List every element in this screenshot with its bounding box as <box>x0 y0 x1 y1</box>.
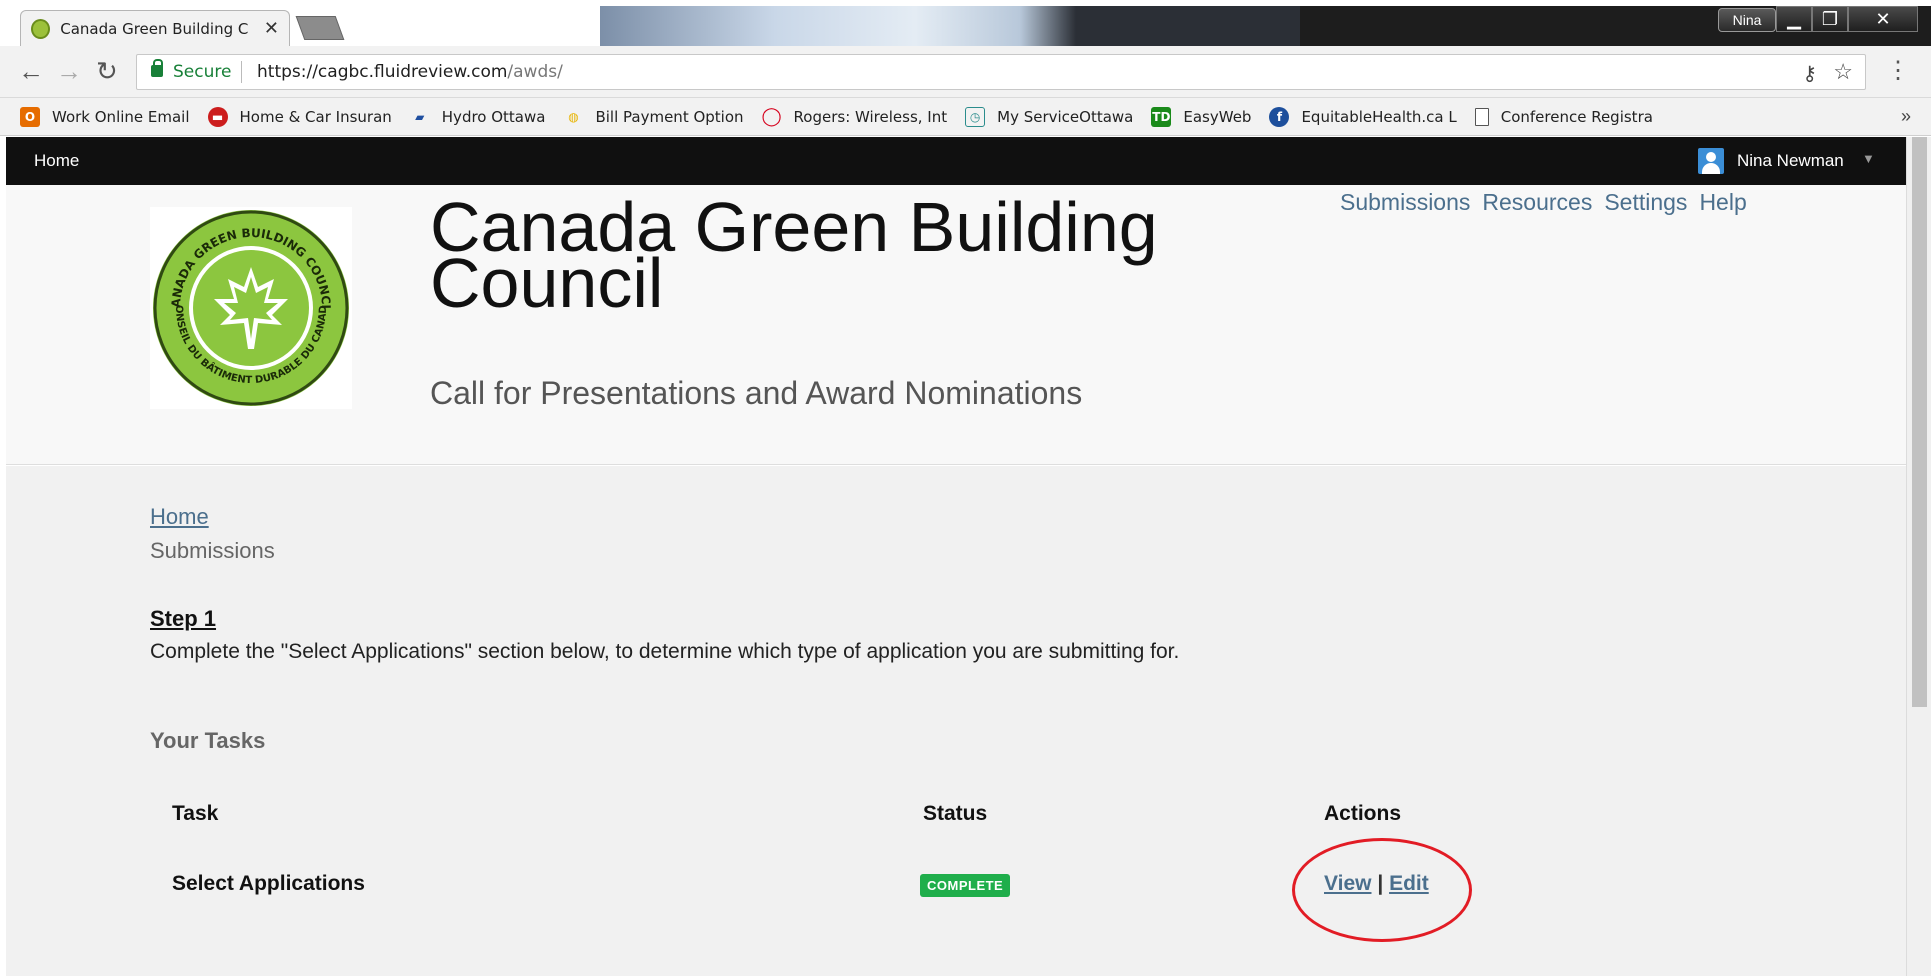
reload-icon[interactable]: ↻ <box>96 56 118 87</box>
bookmark-label: Rogers: Wireless, Int <box>793 107 948 126</box>
back-arrow-icon[interactable]: ← <box>18 56 44 87</box>
url-bar[interactable]: Secure https://cagbc.fluidreview.com/awd… <box>136 54 1866 90</box>
cagbc-favicon-icon <box>31 18 51 39</box>
restore-icon[interactable]: ❐ <box>1812 6 1848 32</box>
main-content: Home Submissions Step 1 Complete the "Se… <box>6 466 1906 976</box>
bookmark-label: Bill Payment Option <box>595 107 744 126</box>
office-icon: O <box>20 106 40 127</box>
navbar-home-link[interactable]: Home <box>34 151 79 171</box>
bookmark-item[interactable]: ◍ Bill Payment Option <box>563 107 743 127</box>
bookmark-item[interactable]: Conference Registra <box>1474 107 1653 126</box>
status-badge: COMPLETE <box>920 874 1011 897</box>
close-window-icon[interactable]: ✕ <box>1848 6 1918 32</box>
breadcrumb-home-link[interactable]: Home <box>150 504 209 530</box>
minimize-icon[interactable]: ▁ <box>1776 6 1812 32</box>
red-annotation-circle <box>1292 838 1472 942</box>
nav-resources-link[interactable]: Resources <box>1482 189 1592 216</box>
site-subtitle: Call for Presentations and Award Nominat… <box>430 375 1083 411</box>
step-title: Step 1 <box>150 606 217 631</box>
td-icon: TD <box>1151 106 1172 127</box>
bookmark-label: My ServiceOttawa <box>997 107 1134 126</box>
hydro-icon: ▰ <box>415 109 425 124</box>
scrollbar-thumb[interactable] <box>1912 137 1927 707</box>
bookmark-item[interactable]: ▰ Hydro Ottawa <box>410 107 546 127</box>
bookmark-item[interactable]: TD EasyWeb <box>1151 106 1252 127</box>
step-description: Complete the "Select Applications" secti… <box>150 640 1180 663</box>
new-tab-button[interactable] <box>295 16 345 40</box>
user-avatar-icon[interactable] <box>1698 148 1724 174</box>
task-name: Select Applications <box>172 872 365 895</box>
bookmark-item[interactable]: ◷ My ServiceOttawa <box>965 106 1134 127</box>
desktop-background <box>600 6 1300 46</box>
bookmarks-bar: O Work Online Email ▬ Home & Car Insuran ▰… <box>0 98 1931 136</box>
equitable-icon: f <box>1269 106 1290 127</box>
tab-title: Canada Green Building C <box>60 19 249 38</box>
key-icon[interactable]: ⚷ <box>1802 61 1817 86</box>
column-header-actions: Actions <box>1324 802 1402 825</box>
url-text[interactable]: https://cagbc.fluidreview.com/awds/ <box>257 62 563 82</box>
forward-arrow-icon[interactable]: → <box>56 56 82 87</box>
url-path: /awds/ <box>507 62 563 82</box>
nav-settings-link[interactable]: Settings <box>1604 189 1687 216</box>
site-title: Canada Green Building Council <box>430 188 1158 322</box>
bookmark-label: Conference Registra <box>1500 107 1653 126</box>
browser-tabstrip: Canada Green Building C ✕ Nina ▁ ❐ ✕ <box>0 0 1931 46</box>
bookmark-label: EquitableHealth.ca L <box>1301 107 1457 126</box>
car-icon: ▬ <box>207 106 228 127</box>
cagbc-logo: CANADA GREEN BUILDING COUNCIL CONSEIL DU… <box>146 196 352 409</box>
rogers-icon: ◯ <box>761 106 782 127</box>
column-header-task: Task <box>172 802 219 825</box>
browser-tab-active[interactable]: Canada Green Building C ✕ <box>20 10 290 46</box>
bookmarks-overflow-icon[interactable]: » <box>1901 106 1911 127</box>
column-header-status: Status <box>923 802 988 825</box>
nav-submissions-link[interactable]: Submissions <box>1340 189 1470 216</box>
url-host: https://cagbc.fluidreview.com <box>257 62 508 82</box>
close-tab-icon[interactable]: ✕ <box>264 18 279 39</box>
bookmark-item[interactable]: ◯ Rogers: Wireless, Int <box>761 106 948 127</box>
page-scrollbar[interactable] <box>1906 137 1931 976</box>
omnibox-divider <box>241 61 242 83</box>
lock-icon <box>151 59 163 77</box>
bookmark-item[interactable]: ▬ Home & Car Insuran <box>207 106 392 127</box>
bookmark-star-icon[interactable]: ☆ <box>1833 59 1853 85</box>
bookmark-label: Hydro Ottawa <box>441 107 546 126</box>
breadcrumb-current: Submissions <box>150 538 275 563</box>
nav-help-link[interactable]: Help <box>1699 189 1746 216</box>
bill-icon: ◍ <box>568 109 579 124</box>
bookmark-item[interactable]: O Work Online Email <box>20 106 190 127</box>
chevron-down-icon[interactable]: ▼ <box>1862 151 1875 166</box>
browser-menu-icon[interactable]: ⋮ <box>1886 56 1910 85</box>
bookmark-label: Home & Car Insuran <box>239 107 392 126</box>
site-header: CANADA GREEN BUILDING COUNCIL CONSEIL DU… <box>6 185 1906 465</box>
page-icon <box>1474 107 1489 126</box>
user-menu[interactable]: Nina Newman <box>1737 151 1844 171</box>
secure-label: Secure <box>173 62 232 82</box>
top-navigation: Submissions Resources Settings Help <box>1340 189 1747 216</box>
tasks-heading: Your Tasks <box>150 728 266 753</box>
address-toolbar: ← → ↻ Secure https://cagbc.fluidreview.c… <box>0 46 1931 98</box>
site-navbar: Home Nina Newman ▼ <box>6 137 1906 185</box>
bookmark-label: Work Online Email <box>52 107 190 126</box>
bookmark-label: EasyWeb <box>1183 107 1252 126</box>
window-user-badge[interactable]: Nina <box>1718 8 1776 32</box>
bookmark-item[interactable]: f EquitableHealth.ca L <box>1269 106 1457 127</box>
ottawa-icon: ◷ <box>965 106 986 127</box>
